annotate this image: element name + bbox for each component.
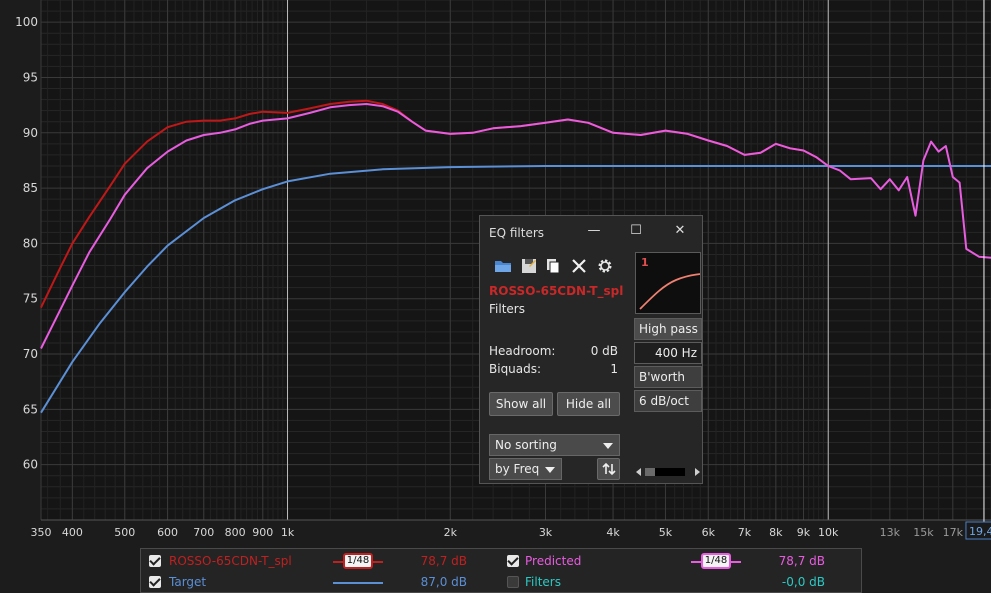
x-tick-label: 2k <box>444 526 458 539</box>
y-tick-label: 95 <box>23 70 38 84</box>
x-tick-label: 17k <box>943 526 964 539</box>
x-tick-label: 1k <box>281 526 295 539</box>
x-tick-label: 600 <box>157 526 178 539</box>
legend-predicted-name: Predicted <box>525 554 582 568</box>
legend-measurement-value: 78,7 dB <box>420 554 467 568</box>
filter-thumbnail[interactable]: 1 <box>635 252 701 314</box>
chevron-down-icon <box>603 443 613 449</box>
chevron-down-icon <box>545 467 555 473</box>
y-tick-label: 60 <box>23 458 38 472</box>
eq-measurement-name: ROSSO-65CDN-T_spl <box>489 284 624 298</box>
sort-order-button[interactable] <box>597 458 620 480</box>
filter-type-button[interactable]: High pass <box>634 318 702 340</box>
target-checkbox[interactable] <box>149 576 161 588</box>
legend-target-value: 87,0 dB <box>420 575 467 589</box>
show-all-button[interactable]: Show all <box>489 392 553 416</box>
scroll-right-icon <box>695 468 700 476</box>
x-tick-label: 4k <box>606 526 620 539</box>
measurement-smoothing-badge[interactable]: 1/48 <box>343 553 373 569</box>
eq-filters-window: EQ filters — ☐ ✕ ROSSO-65CDN-T_spl Filte… <box>479 215 703 484</box>
x-tick-label: 350 <box>31 526 52 539</box>
predicted-checkbox[interactable] <box>507 555 519 567</box>
measurement-checkbox[interactable] <box>149 555 161 567</box>
cursor-readout-label: 19,41k <box>969 525 991 538</box>
filter-slope-button[interactable]: 6 dB/oct <box>634 390 702 412</box>
x-tick-label: 10k <box>818 526 839 539</box>
legend-filters-value: -0,0 dB <box>781 575 825 589</box>
x-tick-label: 700 <box>193 526 214 539</box>
eq-filters-label: Filters <box>489 302 525 316</box>
y-tick-label: 90 <box>23 126 38 140</box>
biquads-label: Biquads: <box>489 362 542 376</box>
close-button[interactable]: ✕ <box>670 222 690 240</box>
filter-scrollbar[interactable] <box>636 466 700 478</box>
headroom-value: 0 dB <box>590 344 618 358</box>
sorting-dropdown[interactable]: No sorting <box>489 434 620 456</box>
x-tick-label: 900 <box>252 526 273 539</box>
y-tick-label: 100 <box>15 15 38 29</box>
filter-frequency-field[interactable]: 400 Hz <box>634 342 702 364</box>
y-tick-label: 70 <box>23 347 38 361</box>
maximize-button[interactable]: ☐ <box>626 222 646 240</box>
sorting-dropdown-value: No sorting <box>495 438 557 452</box>
x-tick-label: 5k <box>659 526 673 539</box>
y-tick-label: 85 <box>23 181 38 195</box>
hide-all-button[interactable]: Hide all <box>557 392 620 416</box>
sort-arrows-icon <box>601 462 616 476</box>
filter-curve-icon <box>639 273 700 310</box>
predicted-smoothing-badge[interactable]: 1/48 <box>701 553 731 569</box>
x-tick-label: 8k <box>769 526 783 539</box>
legend-measurement-name: ROSSO-65CDN-T_spl <box>169 554 292 568</box>
sort-by-dropdown[interactable]: by Freq <box>489 458 562 480</box>
eq-window-title: EQ filters <box>489 226 545 240</box>
scroll-left-icon <box>636 468 641 476</box>
x-tick-label: 6k <box>702 526 716 539</box>
x-tick-label: 3k <box>539 526 553 539</box>
legend-row-1: ROSSO-65CDN-T_spl 1/48 78,7 dB Predicted… <box>141 551 861 571</box>
delete-icon[interactable] <box>570 257 588 275</box>
legend-predicted-value: 78,7 dB <box>778 554 825 568</box>
x-tick-label: 9k <box>797 526 811 539</box>
filter-characteristic-button[interactable]: B'worth <box>634 366 702 388</box>
x-tick-label: 7k <box>738 526 752 539</box>
biquads-value: 1 <box>610 362 618 376</box>
x-tick-label: 800 <box>225 526 246 539</box>
legend-target-name: Target <box>169 575 207 589</box>
target-line-swatch <box>333 582 383 584</box>
x-tick-label: 400 <box>62 526 83 539</box>
copy-icon[interactable] <box>544 257 562 275</box>
x-tick-label: 13k <box>880 526 901 539</box>
headroom-label: Headroom: <box>489 344 556 358</box>
open-folder-icon[interactable] <box>494 257 512 275</box>
minimize-button[interactable]: — <box>584 222 604 240</box>
legend-panel: ROSSO-65CDN-T_spl 1/48 78,7 dB Predicted… <box>140 548 862 593</box>
sort-by-dropdown-value: by Freq <box>495 462 540 476</box>
x-tick-label: 500 <box>114 526 135 539</box>
x-tick-label: 15k <box>913 526 934 539</box>
legend-row-2: Target 87,0 dB Filters -0,0 dB <box>141 572 861 592</box>
legend-filters-name: Filters <box>525 575 561 589</box>
filters-checkbox[interactable] <box>507 576 519 588</box>
y-tick-label: 75 <box>23 292 38 306</box>
y-tick-label: 80 <box>23 236 38 250</box>
save-icon[interactable] <box>520 257 538 275</box>
settings-gear-icon[interactable] <box>596 257 614 275</box>
y-tick-label: 65 <box>23 402 38 416</box>
